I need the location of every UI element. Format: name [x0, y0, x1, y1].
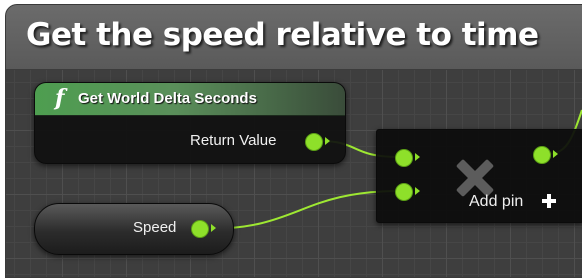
add-input-b-pin[interactable]	[395, 183, 413, 201]
pin-arrow-icon	[211, 224, 216, 232]
add-node[interactable]: Add pin	[376, 129, 582, 223]
plus-icon[interactable]	[542, 194, 556, 208]
pin-arrow-icon	[553, 150, 558, 158]
x-icon	[457, 160, 493, 196]
pin-arrow-icon	[325, 137, 330, 145]
get-world-delta-seconds-node[interactable]: f Get World Delta Seconds Return Value	[34, 82, 346, 164]
speed-output-pin[interactable]	[191, 220, 209, 238]
return-value-pin[interactable]	[305, 133, 323, 151]
wire-speed-to-add-b	[205, 190, 401, 230]
return-value-label: Return Value	[190, 132, 277, 149]
speed-label: Speed	[133, 219, 177, 236]
function-node-header[interactable]: f Get World Delta Seconds	[35, 83, 345, 116]
speed-variable-node[interactable]: Speed	[34, 203, 234, 255]
pin-arrow-icon	[415, 153, 420, 161]
pin-arrow-icon	[415, 187, 420, 195]
function-node-title: Get World Delta Seconds	[78, 90, 257, 107]
add-output-pin[interactable]	[533, 146, 551, 164]
add-input-a-pin[interactable]	[395, 149, 413, 167]
function-icon: f	[55, 85, 65, 111]
add-pin-button-label[interactable]: Add pin	[469, 193, 523, 211]
